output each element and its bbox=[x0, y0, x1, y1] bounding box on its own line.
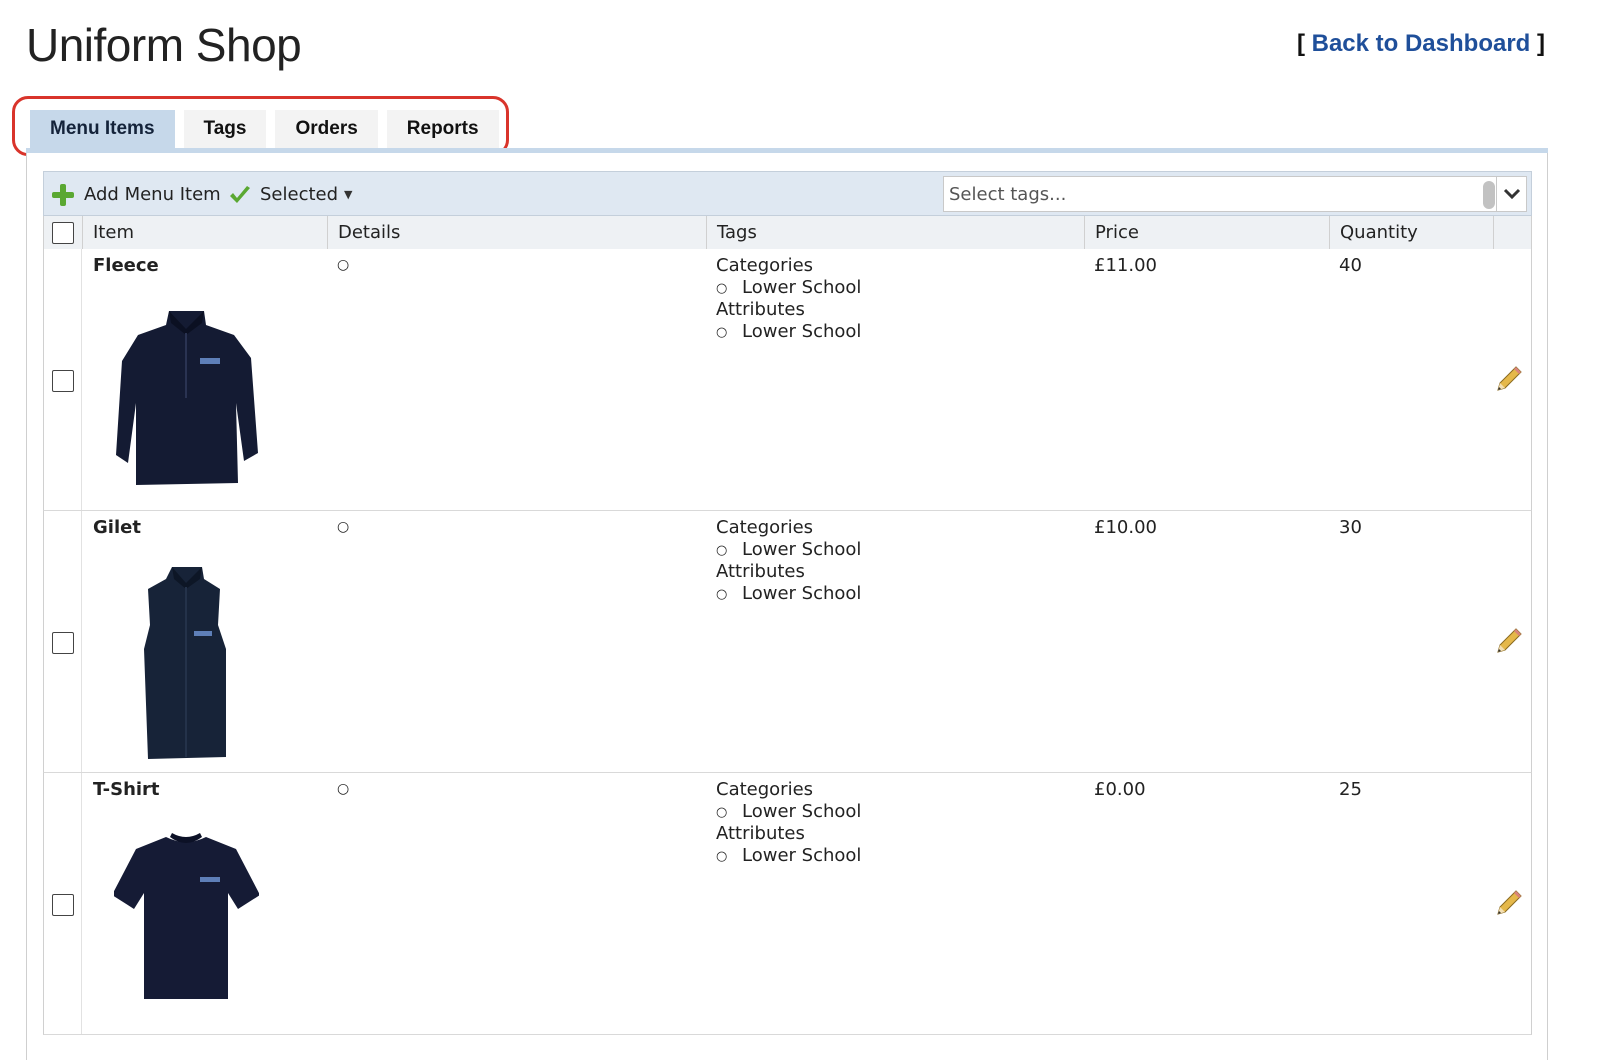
selected-dropdown-button[interactable]: Selected ▼ bbox=[228, 172, 353, 217]
add-menu-item-button[interactable]: Add Menu Item bbox=[52, 172, 221, 217]
item-price: £11.00 bbox=[1094, 255, 1157, 276]
tags-categories-label: Categories bbox=[716, 779, 814, 800]
item-tags: Categories ○ Lower School Attributes ○ Low… bbox=[716, 255, 861, 343]
column-header-details[interactable]: Details bbox=[327, 216, 706, 249]
caret-down-icon: ▼ bbox=[344, 188, 353, 201]
pencil-edit-icon[interactable] bbox=[1494, 888, 1524, 918]
item-name: T-Shirt bbox=[93, 779, 160, 800]
row-checkbox[interactable] bbox=[52, 632, 74, 654]
table-header: Item Details Tags Price Quantity bbox=[43, 216, 1532, 249]
back-link-wrap: [ Back to Dashboard ] bbox=[1297, 30, 1545, 58]
tags-category-entry: ○ Lower School bbox=[716, 800, 862, 822]
bracket-open: [ bbox=[1296, 30, 1305, 57]
column-header-item[interactable]: Item bbox=[82, 216, 327, 249]
item-quantity: 40 bbox=[1339, 255, 1362, 276]
column-header-tags[interactable]: Tags bbox=[706, 216, 1084, 249]
tags-attributes-label: Attributes bbox=[716, 561, 805, 582]
tags-attributes-label: Attributes bbox=[716, 823, 805, 844]
item-quantity: 30 bbox=[1339, 517, 1362, 538]
back-to-dashboard-link[interactable]: Back to Dashboard bbox=[1312, 30, 1531, 57]
tags-categories-label: Categories bbox=[716, 517, 814, 538]
item-details: ○ bbox=[337, 257, 350, 273]
tag-select-scrollbar[interactable] bbox=[1483, 181, 1495, 209]
row-checkbox[interactable] bbox=[52, 894, 74, 916]
selected-label: Selected bbox=[260, 184, 339, 205]
tags-attribute-entry: ○ Lower School bbox=[716, 320, 862, 342]
item-tags: Categories ○ Lower School Attributes ○ Low… bbox=[716, 517, 861, 605]
bracket-close: ] bbox=[1537, 30, 1545, 57]
item-price: £0.00 bbox=[1094, 779, 1146, 800]
item-details: ○ bbox=[337, 519, 350, 535]
tag-select-dropdown-toggle[interactable] bbox=[1496, 177, 1526, 211]
row-check-column bbox=[44, 773, 82, 1034]
toolbar: Add Menu Item Selected ▼ bbox=[43, 171, 1532, 216]
item-quantity: 25 bbox=[1339, 779, 1362, 800]
item-tags: Categories ○ Lower School Attributes ○ Low… bbox=[716, 779, 861, 867]
table-row: Gilet ○ Categories ○ Lower School Attribu… bbox=[43, 511, 1532, 773]
row-check-column bbox=[44, 511, 82, 772]
checkmark-icon bbox=[230, 185, 250, 203]
tags-attribute-entry: ○ Lower School bbox=[716, 582, 862, 604]
tabs-highlight-annotation bbox=[12, 96, 509, 156]
column-header-price[interactable]: Price bbox=[1084, 216, 1329, 249]
item-name: Fleece bbox=[93, 255, 159, 276]
page-title: Uniform Shop bbox=[26, 19, 302, 71]
item-price: £10.00 bbox=[1094, 517, 1157, 538]
gilet-vest-image bbox=[144, 567, 226, 759]
tags-categories-label: Categories bbox=[716, 255, 814, 276]
t-shirt-image bbox=[114, 833, 259, 999]
add-menu-item-label: Add Menu Item bbox=[84, 184, 221, 205]
row-check-column bbox=[44, 249, 82, 510]
item-name: Gilet bbox=[93, 517, 141, 538]
tag-select[interactable] bbox=[943, 176, 1527, 212]
column-header-actions bbox=[1493, 216, 1531, 249]
table-row: Fleece ○ Categories ○ Lower School Attrib… bbox=[43, 249, 1532, 511]
tags-attributes-label: Attributes bbox=[716, 299, 805, 320]
table-row: T-Shirt ○ Categories ○ Lower School Attri… bbox=[43, 773, 1532, 1035]
fleece-jacket-image bbox=[116, 311, 258, 485]
item-details: ○ bbox=[337, 781, 350, 797]
tags-category-entry: ○ Lower School bbox=[716, 538, 862, 560]
column-header-quantity[interactable]: Quantity bbox=[1329, 216, 1493, 249]
select-all-checkbox[interactable] bbox=[52, 222, 74, 244]
tags-category-entry: ○ Lower School bbox=[716, 276, 862, 298]
pencil-edit-icon[interactable] bbox=[1494, 364, 1524, 394]
row-checkbox[interactable] bbox=[52, 370, 74, 392]
tags-attribute-entry: ○ Lower School bbox=[716, 844, 862, 866]
tag-filter-input[interactable] bbox=[944, 177, 1474, 211]
plus-icon bbox=[52, 183, 74, 206]
pencil-edit-icon[interactable] bbox=[1494, 626, 1524, 656]
chevron-down-icon bbox=[1503, 188, 1520, 200]
